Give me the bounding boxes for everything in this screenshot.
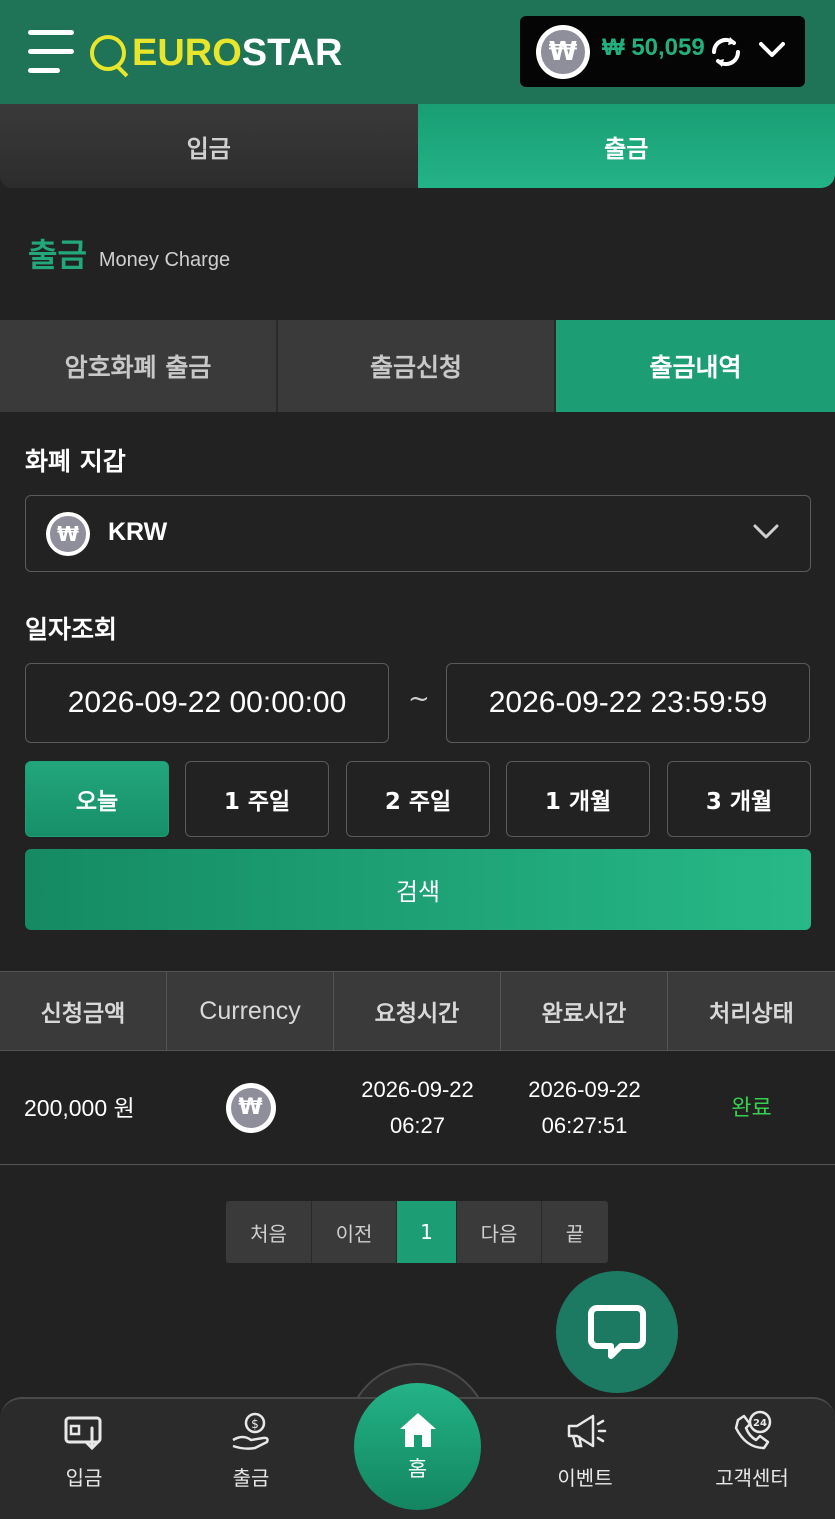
logo-mark-icon	[90, 35, 126, 71]
complete-date: 2026-09-22	[528, 1076, 641, 1102]
tab-crypto-withdraw[interactable]: 암호화폐 출금	[0, 320, 278, 412]
support-24-icon: 24	[734, 1410, 772, 1450]
tab-withdraw-request[interactable]: 출금신청	[278, 320, 556, 412]
history-table-header: 신청금액 Currency 요청시간 완료시간 처리상태	[0, 971, 835, 1051]
wallet-select-label: 화폐 지갑	[25, 447, 126, 476]
chevron-down-icon	[753, 524, 779, 539]
column-header-status: 처리상태	[709, 1001, 794, 1027]
request-date: 2026-09-22	[361, 1076, 474, 1102]
app-header: EUROSTAR ₩ ₩ 50,059	[0, 0, 835, 104]
nav-event[interactable]: 이벤트	[525, 1410, 645, 1491]
page-first-button[interactable]: 처음	[226, 1201, 312, 1263]
megaphone-icon	[567, 1414, 607, 1448]
tab-withdraw-history[interactable]: 출금내역	[556, 320, 835, 412]
won-coin-icon: ₩	[225, 1082, 276, 1133]
date-query-label: 일자조회	[25, 615, 118, 644]
svg-text:24: 24	[753, 1418, 767, 1429]
date-from-input[interactable]: 2026-09-22 00:00:00	[25, 663, 389, 743]
cell-request-time: 2026-09-22 06:27	[334, 1051, 501, 1164]
complete-time: 06:27:51	[541, 1112, 628, 1138]
deposit-icon	[64, 1416, 102, 1451]
nav-home-label: 홈	[407, 1456, 428, 1481]
cell-complete-time: 2026-09-22 06:27:51	[501, 1051, 668, 1164]
date-to-input[interactable]: 2026-09-22 23:59:59	[446, 663, 810, 743]
chat-bubble-icon	[588, 1305, 646, 1359]
date-range-separator: ~	[408, 684, 430, 714]
withdraw-sub-tabs: 암호화폐 출금 출금신청 출금내역	[0, 320, 835, 412]
column-header-request-time: 요청시간	[334, 972, 501, 1050]
page-last-button[interactable]: 끝	[542, 1201, 608, 1263]
nav-support[interactable]: 24 고객센터	[692, 1410, 812, 1491]
column-header-complete-time: 완료시간	[501, 972, 668, 1050]
page-prev-button[interactable]: 이전	[312, 1201, 397, 1263]
withdraw-icon: $	[232, 1412, 269, 1450]
won-coin-icon: ₩	[46, 512, 90, 556]
nav-withdraw-label: 출금	[232, 1466, 270, 1490]
page-subtitle: Money Charge	[98, 249, 231, 271]
wallet-select[interactable]: ₩ KRW	[25, 495, 811, 572]
nav-event-label: 이벤트	[557, 1466, 613, 1490]
menu-icon[interactable]	[28, 30, 74, 74]
range-3month-button[interactable]: 3 개월	[667, 761, 811, 837]
range-1month-button[interactable]: 1 개월	[506, 761, 650, 837]
pagination: 처음 이전 1 다음 끝	[226, 1201, 608, 1263]
wallet-balance-box[interactable]: ₩ ₩ 50,059	[520, 16, 805, 87]
status-badge: 완료	[731, 1094, 772, 1120]
refresh-icon[interactable]	[708, 34, 744, 70]
column-header-currency: Currency	[167, 972, 334, 1050]
cell-currency: ₩	[167, 1051, 334, 1164]
balance-amount: ₩ 50,059	[602, 34, 705, 61]
page-title: 출금 Money Charge	[28, 230, 230, 276]
chat-button[interactable]	[556, 1271, 678, 1393]
nav-deposit-label: 입금	[65, 1466, 103, 1490]
tab-deposit[interactable]: 입금	[0, 104, 418, 188]
logo[interactable]: EUROSTAR	[90, 30, 342, 76]
nav-withdraw[interactable]: $ 출금	[191, 1410, 311, 1491]
request-time: 06:27	[389, 1112, 446, 1138]
column-header-amount: 신청금액	[0, 972, 167, 1050]
logo-text-euro: EURO	[132, 31, 242, 74]
wallet-select-value: KRW	[108, 518, 168, 546]
chevron-down-icon[interactable]	[758, 40, 786, 60]
nav-support-label: 고객센터	[715, 1466, 789, 1490]
search-button[interactable]: 검색	[25, 849, 811, 930]
deposit-withdraw-tabs: 입금 출금	[0, 104, 835, 188]
table-row: 200,000 원 ₩ 2026-09-22 06:27 2026-09-22 06…	[0, 1051, 835, 1165]
page-next-button[interactable]: 다음	[457, 1201, 542, 1263]
svg-text:$: $	[251, 1417, 259, 1431]
range-2week-button[interactable]: 2 주일	[346, 761, 490, 837]
tab-withdraw[interactable]: 출금	[417, 104, 835, 188]
nav-deposit[interactable]: 입금	[24, 1410, 144, 1491]
nav-home[interactable]: 홈	[354, 1383, 481, 1510]
range-today-button[interactable]: 오늘	[25, 761, 169, 837]
page-1-button[interactable]: 1	[397, 1201, 457, 1263]
won-coin-icon: ₩	[536, 25, 590, 79]
home-icon	[399, 1412, 436, 1447]
page-title-text: 출금	[28, 236, 87, 274]
logo-text-star: STAR	[241, 31, 343, 74]
range-1week-button[interactable]: 1 주일	[185, 761, 329, 837]
cell-amount: 200,000 원	[24, 1094, 135, 1121]
